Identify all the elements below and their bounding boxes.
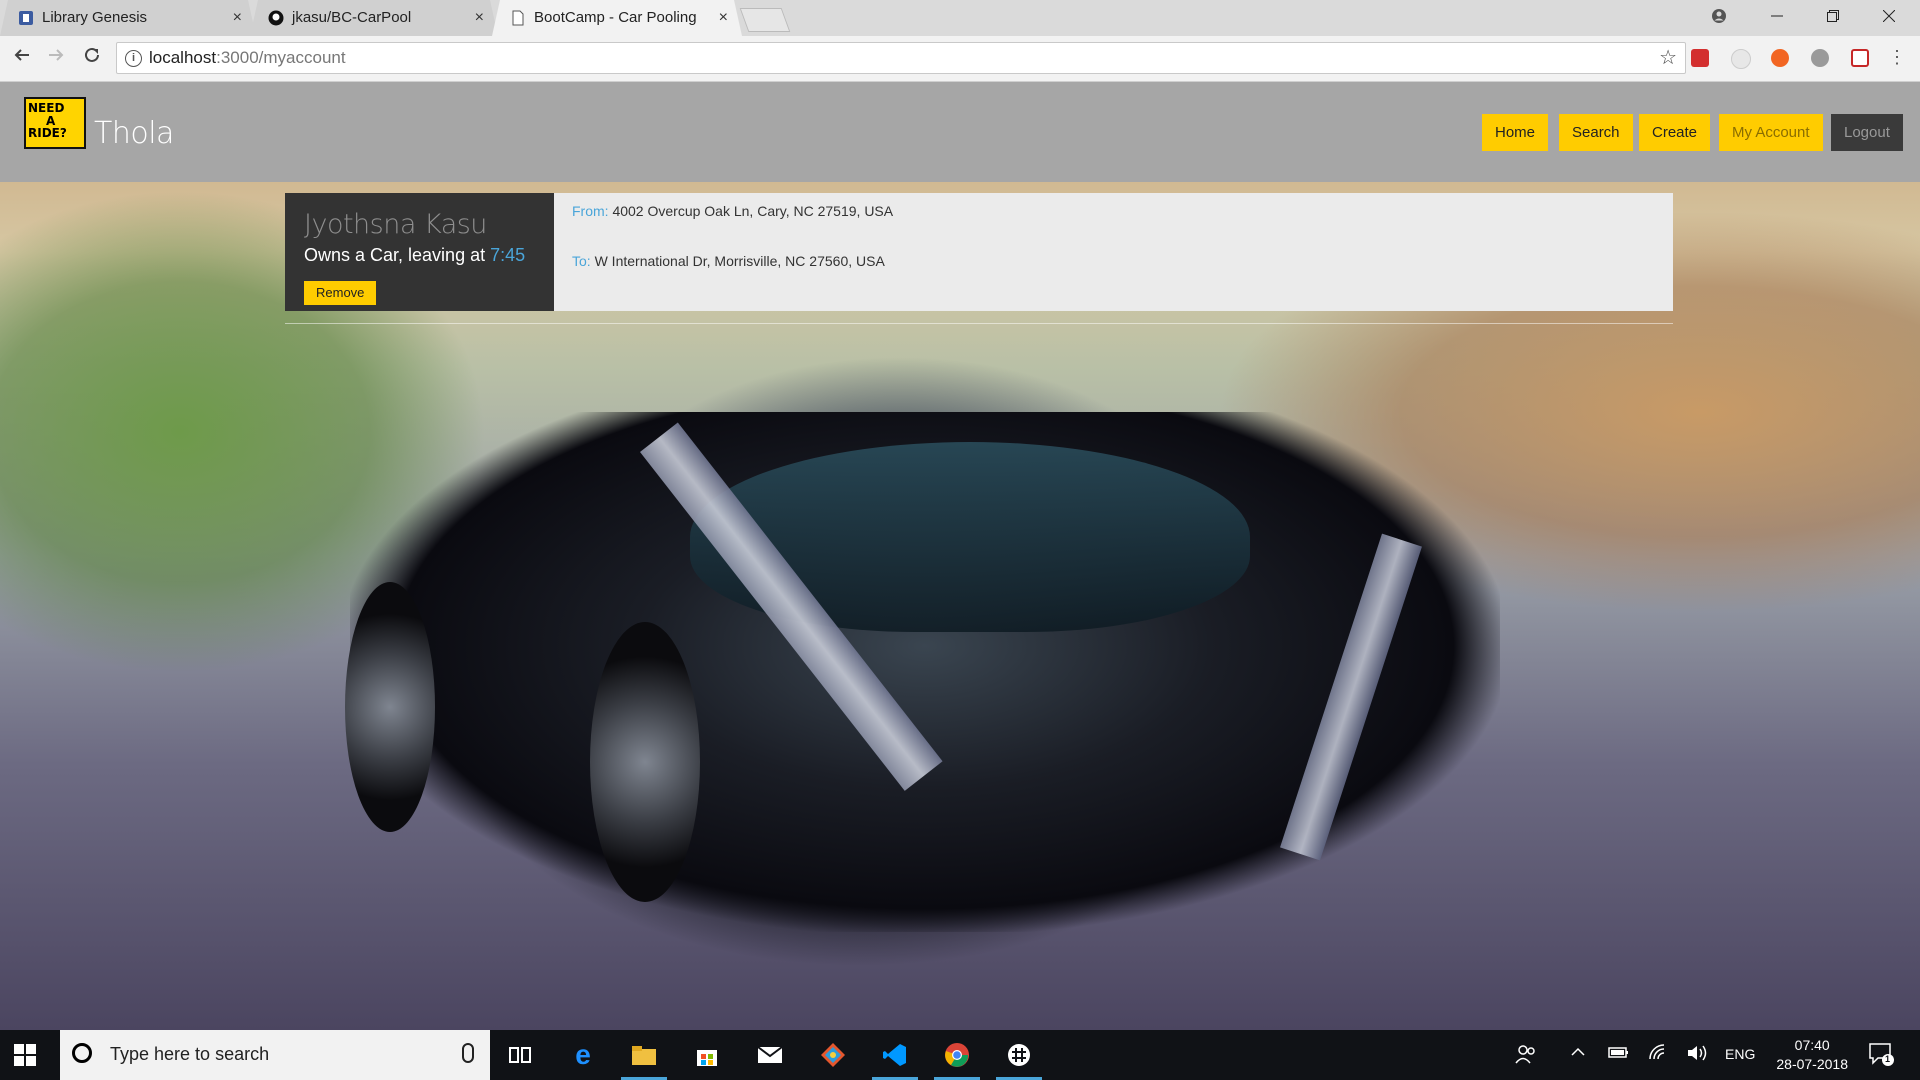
restore-icon[interactable] xyxy=(1810,0,1856,32)
info-icon[interactable]: i xyxy=(125,50,142,67)
to-value: W International Dr, Morrisville, NC 2756… xyxy=(590,253,885,269)
extension-orange-icon[interactable] xyxy=(1771,49,1789,67)
tab-title: BootCamp - Car Pooling xyxy=(534,9,697,26)
mail-icon[interactable] xyxy=(753,1038,787,1072)
car-wheel xyxy=(345,582,435,832)
back-icon[interactable] xyxy=(10,46,34,70)
page-viewport: NEED A RIDE? Thola Home Search Create My… xyxy=(0,82,1920,1030)
close-tab-icon[interactable]: × xyxy=(233,9,242,27)
chrome-icon[interactable] xyxy=(934,1038,980,1080)
notification-count: 1 xyxy=(1885,1054,1891,1064)
url-host: localhost xyxy=(149,48,217,67)
taskbar-search-box[interactable]: Type here to search xyxy=(60,1030,490,1080)
ride-card-owner: Jyothsna Kasu Owns a Car, leaving at 7:4… xyxy=(285,193,554,311)
file-explorer-icon[interactable] xyxy=(621,1038,667,1080)
library-favicon-icon xyxy=(18,10,34,26)
address-bar[interactable]: i localhost:3000/myaccount ☆ xyxy=(116,42,1686,74)
tray-chevron-up-icon[interactable] xyxy=(1570,1044,1586,1063)
card-divider xyxy=(285,323,1673,324)
edge-icon[interactable]: e xyxy=(566,1038,600,1072)
need-a-ride-logo[interactable]: NEED A RIDE? xyxy=(24,97,86,149)
owner-name: Jyothsna Kasu xyxy=(304,209,487,240)
site-header: NEED A RIDE? Thola Home Search Create My… xyxy=(0,82,1920,182)
remove-button[interactable]: Remove xyxy=(304,281,377,305)
profile-icon[interactable] xyxy=(1696,0,1742,32)
github-favicon-icon xyxy=(268,10,284,26)
from-value: 4002 Overcup Oak Ln, Cary, NC 27519, USA xyxy=(608,203,894,219)
close-tab-icon[interactable]: × xyxy=(719,9,728,27)
nav-create[interactable]: Create xyxy=(1639,114,1711,151)
url-path: :3000/myaccount xyxy=(216,48,346,67)
slack-icon[interactable] xyxy=(996,1038,1042,1080)
to-label: To: xyxy=(572,253,591,269)
browser-menu-icon[interactable]: ⋮ xyxy=(1888,47,1906,68)
tab-library-genesis[interactable]: Library Genesis × xyxy=(0,0,256,36)
nav-my-account[interactable]: My Account xyxy=(1719,114,1823,151)
nav-home[interactable]: Home xyxy=(1482,114,1549,151)
to-address: To: W International Dr, Morrisville, NC … xyxy=(572,253,885,269)
extension-gray-icon[interactable] xyxy=(1731,49,1751,69)
battery-icon[interactable] xyxy=(1608,1044,1630,1063)
wifi-icon[interactable] xyxy=(1648,1044,1668,1065)
browser-toolbar: i localhost:3000/myaccount ☆ ⋮ xyxy=(0,36,1920,82)
extension-red-icon[interactable] xyxy=(1691,49,1709,67)
ride-card: Jyothsna Kasu Owns a Car, leaving at 7:4… xyxy=(285,193,1673,311)
departure-time: 7:45 xyxy=(490,245,526,265)
git-app-icon[interactable] xyxy=(816,1038,850,1072)
reload-icon[interactable] xyxy=(80,46,104,70)
window-close-icon[interactable] xyxy=(1866,0,1912,32)
close-tab-icon[interactable]: × xyxy=(475,9,484,27)
ride-card-route: From: 4002 Overcup Oak Ln, Cary, NC 2751… xyxy=(554,193,1673,311)
store-icon[interactable] xyxy=(690,1038,724,1072)
from-address: From: 4002 Overcup Oak Ln, Cary, NC 2751… xyxy=(572,203,893,219)
tab-title: jkasu/BC-CarPool xyxy=(292,9,412,26)
people-icon[interactable] xyxy=(1515,1044,1537,1067)
new-tab-button[interactable] xyxy=(739,8,791,32)
owns-text: Owns a Car, leaving at xyxy=(304,245,491,265)
extension-user-icon[interactable] xyxy=(1811,49,1829,67)
task-view-icon[interactable] xyxy=(503,1038,537,1072)
bookmark-star-icon[interactable]: ☆ xyxy=(1659,43,1677,73)
volume-icon[interactable] xyxy=(1686,1044,1708,1065)
brand-name[interactable]: Thola xyxy=(94,116,174,151)
car-wheel xyxy=(590,622,700,902)
clock-time: 07:40 xyxy=(1794,1037,1830,1053)
cortana-icon xyxy=(72,1043,92,1063)
browser-tab-strip: Library Genesis × jkasu/BC-CarPool × Boo… xyxy=(0,0,1920,36)
windows-taskbar: Type here to search e ENG 07:40 28-07-20… xyxy=(0,1030,1920,1080)
notifications-icon[interactable]: 1 xyxy=(1868,1042,1894,1069)
logo-text: RIDE? xyxy=(28,126,67,140)
pocket-extension-icon[interactable] xyxy=(1851,49,1869,67)
nav-search[interactable]: Search xyxy=(1559,114,1633,151)
minimize-icon[interactable] xyxy=(1754,0,1800,32)
logo-text: NEED xyxy=(28,101,65,115)
owner-status: Owns a Car, leaving at 7:45 xyxy=(304,245,525,266)
from-label: From: xyxy=(572,203,609,219)
tab-title: Library Genesis xyxy=(42,9,148,26)
forward-icon[interactable] xyxy=(44,46,68,70)
vscode-icon[interactable] xyxy=(872,1038,918,1080)
taskbar-clock[interactable]: 07:40 28-07-2018 xyxy=(1776,1036,1848,1074)
nav-logout[interactable]: Logout xyxy=(1831,114,1903,151)
tab-github[interactable]: jkasu/BC-CarPool × xyxy=(250,0,498,36)
tab-bootcamp[interactable]: BootCamp - Car Pooling × xyxy=(492,0,742,36)
page-favicon-icon xyxy=(510,10,526,26)
taskbar-search-placeholder: Type here to search xyxy=(110,1044,270,1064)
microphone-icon[interactable] xyxy=(462,1043,474,1063)
windows-start-icon[interactable] xyxy=(14,1044,36,1066)
clock-date: 28-07-2018 xyxy=(1776,1056,1848,1072)
language-indicator[interactable]: ENG xyxy=(1725,1046,1755,1062)
